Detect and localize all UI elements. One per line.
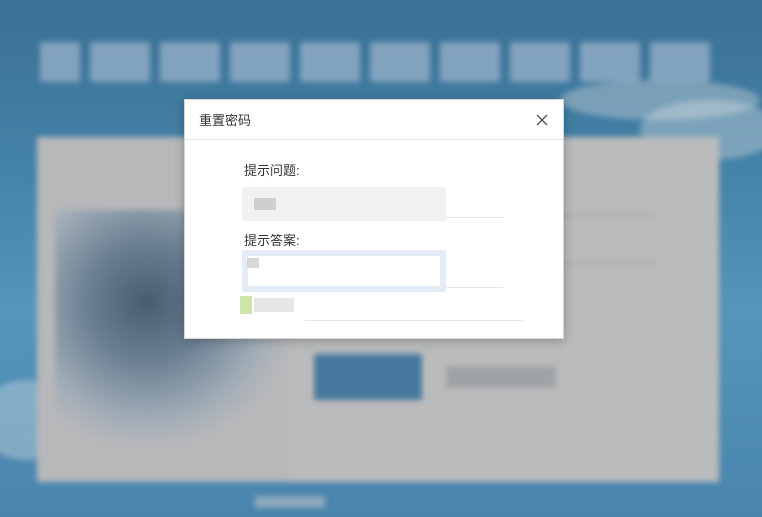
- answer-input-cursor: [247, 258, 259, 268]
- question-label: 提示问题:: [244, 163, 300, 178]
- dialog-confirm-area[interactable]: [240, 296, 300, 316]
- dialog-title: 重置密码: [199, 113, 252, 128]
- question-value: [254, 198, 276, 210]
- answer-label: 提示答案:: [244, 233, 300, 248]
- answer-field[interactable]: [242, 250, 446, 292]
- reset-password-dialog: 重置密码 提示问题: 提示答案:: [184, 99, 564, 339]
- close-icon[interactable]: [531, 109, 553, 131]
- dialog-header: 重置密码: [185, 100, 563, 140]
- question-field[interactable]: [242, 187, 446, 221]
